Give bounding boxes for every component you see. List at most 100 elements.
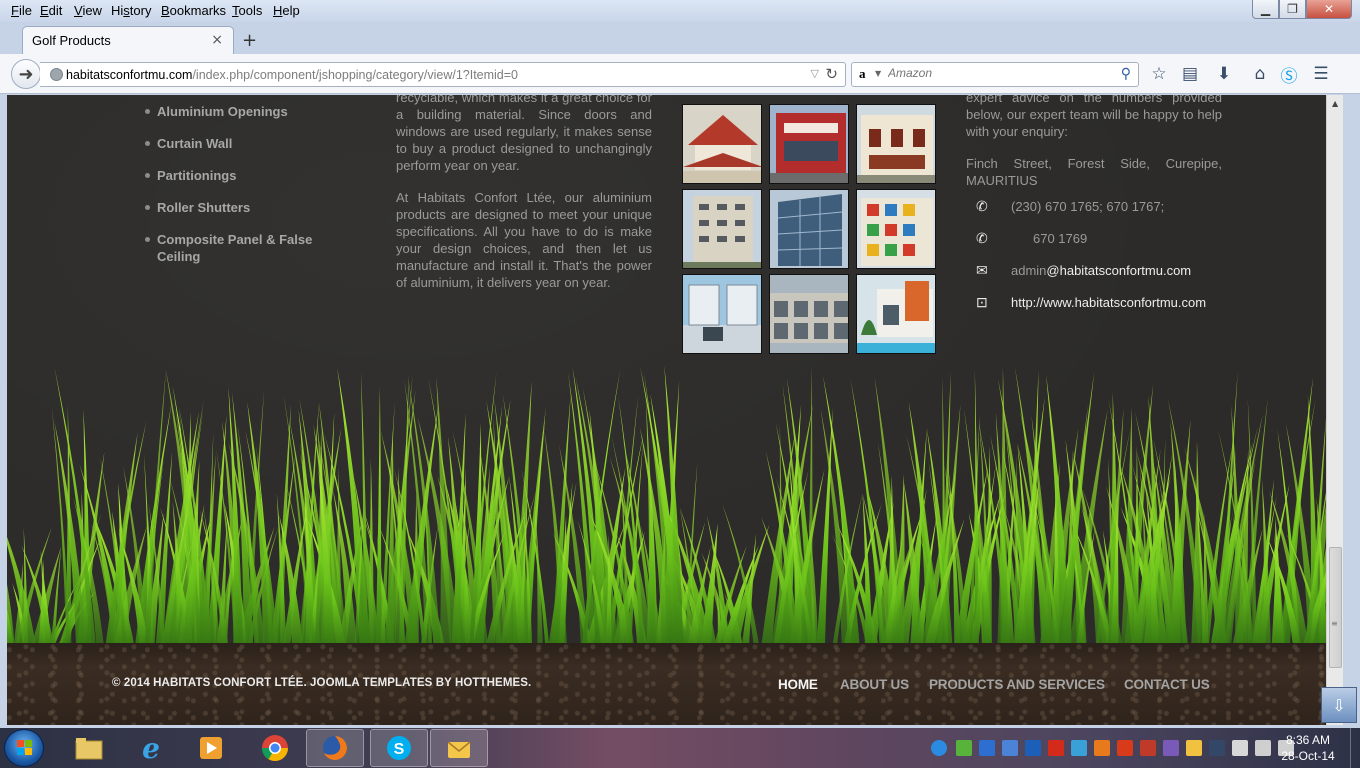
start-button[interactable] <box>4 729 44 767</box>
menu-help[interactable]: Help <box>273 3 300 18</box>
email-link[interactable]: admin@habitatsconfortmu.com <box>1011 262 1191 279</box>
skype-icon[interactable]: Ⓢ <box>1278 63 1300 87</box>
menu-edit[interactable]: Edit <box>40 3 62 18</box>
product-link-partitionings[interactable]: Partitionings <box>145 167 325 184</box>
downloads-icon[interactable]: ⬇ <box>1213 63 1235 85</box>
tray-app-icon-3[interactable] <box>979 740 995 756</box>
gallery-thumb-colorful-building[interactable] <box>856 189 936 269</box>
taskbar-outlook[interactable] <box>430 729 488 767</box>
maximize-button[interactable]: ❐ <box>1279 0 1306 19</box>
back-button[interactable]: ➜ <box>11 59 41 89</box>
bookmarks-menu-icon[interactable]: ▤ <box>1179 63 1201 85</box>
chrome-icon <box>261 735 289 762</box>
gallery-thumb-apartments[interactable] <box>682 189 762 269</box>
scrollbar-thumb[interactable] <box>1329 547 1342 668</box>
clock-time: 8:36 AM <box>1285 733 1331 747</box>
footer-nav-about-us[interactable]: ABOUT US <box>840 677 909 692</box>
home-icon[interactable]: ⌂ <box>1249 63 1271 85</box>
navigation-toolbar: ➜ habitatsconfortmu.com/index.php/compon… <box>0 54 1360 94</box>
footer-nav-products-services[interactable]: PRODUCTS AND SERVICES <box>929 677 1105 692</box>
tray-app-icon-2[interactable] <box>956 740 972 756</box>
tab-golf-products[interactable]: Golf Products × <box>22 26 234 54</box>
url-text: habitatsconfortmu.com/index.php/componen… <box>66 68 519 82</box>
tray-app-icon-6[interactable] <box>1071 740 1087 756</box>
show-desktop-button[interactable] <box>1350 728 1360 768</box>
menu-tools[interactable]: Tools <box>232 3 262 18</box>
media-player-icon <box>200 737 222 759</box>
bookmark-star-icon[interactable]: ☆ <box>1148 63 1170 85</box>
product-link-roller-shutters[interactable]: Roller Shutters <box>145 199 325 216</box>
gallery-thumb-red-roof-house[interactable] <box>682 104 762 184</box>
tab-title: Golf Products <box>32 33 111 48</box>
tray-app-icon-8[interactable] <box>1117 740 1133 756</box>
tray-app-icon-12[interactable] <box>1209 740 1225 756</box>
scroll-grip-icon: ≡ <box>1331 619 1338 628</box>
engine-dropdown-icon[interactable]: ▼ <box>875 69 881 78</box>
tray-app-icon-7[interactable] <box>1094 740 1110 756</box>
footer-nav-home[interactable]: HOME <box>778 677 818 692</box>
taskbar-internet-explorer[interactable]: e <box>122 729 180 767</box>
taskbar-skype[interactable]: S <box>370 729 428 767</box>
web-page: Aluminium Openings Curtain Wall Partitio… <box>7 95 1326 725</box>
gallery-thumb-office-interior[interactable] <box>682 274 762 354</box>
address-bar[interactable]: habitatsconfortmu.com/index.php/componen… <box>40 62 846 87</box>
vertical-scrollbar[interactable]: ▲ ≡ ▼ <box>1326 95 1343 725</box>
gallery-thumb-commercial-block[interactable] <box>769 274 849 354</box>
site-identity-icon[interactable] <box>50 68 63 81</box>
windows-taskbar: e S 8:36 AM 28-Oct-14 <box>0 728 1360 768</box>
tray-app-icon-1[interactable] <box>931 740 947 756</box>
down-arrow-icon: ⇩ <box>1332 695 1346 715</box>
product-link-curtain-wall[interactable]: Curtain Wall <box>145 135 325 152</box>
contact-block: expert advice on the numbers provided be… <box>966 95 1222 310</box>
gallery-thumb-glass-tower[interactable] <box>769 189 849 269</box>
amazon-engine-icon[interactable]: a <box>859 66 866 82</box>
gallery-thumb-red-office[interactable] <box>769 104 849 184</box>
tray-app-icon-5[interactable] <box>1025 740 1041 756</box>
phone-numbers: (230) 670 1765; 670 1767; <box>1011 199 1165 214</box>
product-list: Aluminium Openings Curtain Wall Partitio… <box>145 103 325 280</box>
menu-file[interactable]: File <box>11 3 32 18</box>
search-input[interactable] <box>888 66 1108 80</box>
tray-app-icon-10[interactable] <box>1163 740 1179 756</box>
tray-app-icon-11[interactable] <box>1186 740 1202 756</box>
taskbar-chrome[interactable] <box>246 729 304 767</box>
taskbar-file-explorer[interactable] <box>60 729 118 767</box>
copyright-text: © 2014 HABITATS CONFORT LTÉE. JOOMLA TEM… <box>112 677 532 689</box>
phone-icon: ✆ <box>976 230 988 246</box>
search-magnifier-icon[interactable]: ⚲ <box>1121 66 1131 82</box>
new-tab-button[interactable]: + <box>242 30 257 51</box>
outlook-icon <box>447 741 471 758</box>
about-paragraph-1: recyclable, which makes it a great choic… <box>396 95 652 173</box>
footer-nav-contact-us[interactable]: CONTACT US <box>1124 677 1210 692</box>
tray-app-icon-4[interactable] <box>1002 740 1018 756</box>
browser-window: File Edit View History Bookmarks Tools H… <box>0 0 1360 728</box>
menu-view[interactable]: View <box>74 3 102 18</box>
tray-app-icon-9[interactable] <box>1140 740 1156 756</box>
taskbar-media-player[interactable] <box>182 729 240 767</box>
close-window-button[interactable]: ✕ <box>1306 0 1352 19</box>
reload-icon[interactable]: ↻ <box>825 65 838 83</box>
project-gallery <box>682 104 937 354</box>
taskbar-clock[interactable]: 8:36 AM 28-Oct-14 <box>1268 732 1348 764</box>
phone-number-extra: 670 1769 <box>1033 231 1088 246</box>
scroll-up-icon[interactable]: ▲ <box>1332 99 1338 108</box>
menu-bookmarks[interactable]: Bookmarks <box>161 3 226 18</box>
gallery-thumb-villa[interactable] <box>856 104 936 184</box>
window-controls: ▁ ❐ ✕ <box>1252 0 1352 20</box>
website-link[interactable]: http://www.habitatsconfortmu.com <box>1011 294 1206 311</box>
firefox-icon <box>323 736 347 760</box>
product-link-aluminium-openings[interactable]: Aluminium Openings <box>145 103 325 120</box>
minimize-button[interactable]: ▁ <box>1252 0 1279 19</box>
gallery-thumb-modern-house-pool[interactable] <box>856 274 936 354</box>
menu-history[interactable]: History <box>111 3 151 18</box>
action-center-flag-icon[interactable] <box>1232 740 1248 756</box>
windows-logo-icon <box>17 740 33 756</box>
hamburger-menu-icon[interactable]: ☰ <box>1310 63 1332 85</box>
svg-text:S: S <box>394 741 405 758</box>
scroll-to-top-widget[interactable]: ⇩ <box>1321 687 1357 723</box>
url-dropdown-icon[interactable]: ▽ <box>811 67 819 80</box>
tab-close-icon[interactable]: × <box>211 32 223 48</box>
taskbar-firefox[interactable] <box>306 729 364 767</box>
tray-adobe-icon[interactable] <box>1048 740 1064 756</box>
product-link-composite-panel[interactable]: Composite Panel & False Ceiling <box>145 231 325 265</box>
